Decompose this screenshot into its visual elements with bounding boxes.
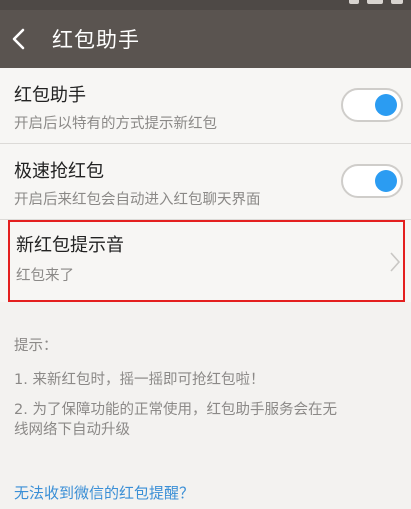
help-link[interactable]: 无法收到微信的红包提醒？ bbox=[14, 483, 194, 503]
tips-section: 提示： 1. 来新红包时，摇一摇即可抢红包啦！ 2. 为了保障功能的正常使用，红… bbox=[14, 336, 404, 440]
chevron-right-icon bbox=[389, 250, 401, 274]
status-icons bbox=[349, 0, 403, 10]
app-header: 红包助手 bbox=[0, 0, 411, 68]
setting-subtitle: 开启后以特有的方式提示新红包 bbox=[14, 116, 217, 132]
back-button[interactable] bbox=[6, 22, 30, 56]
setting-row-notification-sound[interactable]: 新红包提示音 红包来了 bbox=[8, 220, 405, 302]
settings-list: 红包助手 开启后以特有的方式提示新红包 极速抢红包 开启后来红包会自动进入红包聊… bbox=[0, 68, 411, 302]
tip-line-2b: 线网络下自动升级 bbox=[14, 422, 130, 438]
setting-title: 新红包提示音 bbox=[16, 235, 124, 256]
tips-heading: 提示： bbox=[14, 338, 58, 354]
red-packet-assistant-toggle[interactable] bbox=[341, 88, 403, 122]
setting-subtitle: 开启后来红包会自动进入红包聊天界面 bbox=[14, 192, 261, 208]
back-arrow-icon bbox=[12, 28, 25, 50]
wifi-icon bbox=[367, 0, 383, 4]
tip-line-2a: 2. 为了保障功能的正常使用，红包助手服务会在无 bbox=[14, 402, 337, 418]
fast-grab-toggle[interactable] bbox=[341, 164, 403, 198]
toggle-knob bbox=[375, 94, 397, 116]
setting-subtitle: 红包来了 bbox=[16, 268, 74, 284]
battery-icon bbox=[391, 0, 403, 4]
signal-icon bbox=[349, 0, 359, 4]
tip-line-1: 1. 来新红包时，摇一摇即可抢红包啦！ bbox=[14, 372, 265, 388]
page-title: 红包助手 bbox=[52, 28, 140, 52]
status-bar bbox=[0, 0, 411, 10]
setting-title: 极速抢红包 bbox=[14, 161, 104, 182]
setting-row-red-packet-assistant[interactable]: 红包助手 开启后以特有的方式提示新红包 bbox=[0, 68, 411, 144]
setting-row-fast-grab[interactable]: 极速抢红包 开启后来红包会自动进入红包聊天界面 bbox=[0, 144, 411, 220]
toggle-knob bbox=[375, 170, 397, 192]
setting-title: 红包助手 bbox=[14, 85, 86, 106]
